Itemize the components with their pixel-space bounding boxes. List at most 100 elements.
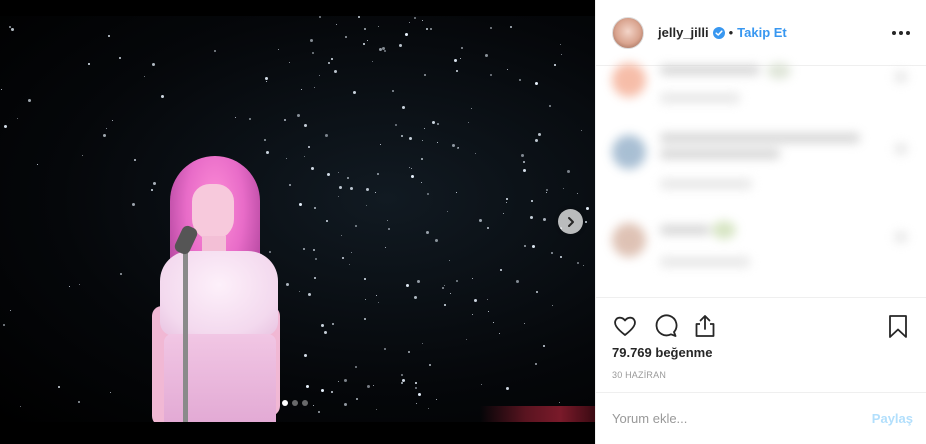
list-item — [612, 127, 912, 189]
post-media — [0, 0, 595, 444]
star-light — [456, 70, 459, 73]
star-light — [234, 117, 236, 119]
star-light — [431, 121, 435, 125]
star-light — [523, 161, 526, 164]
star-light — [425, 230, 429, 234]
star-light — [428, 363, 431, 366]
star-light — [471, 107, 473, 109]
star-light — [143, 76, 145, 78]
star-light — [327, 172, 331, 176]
star-light — [365, 204, 367, 206]
star-light — [586, 207, 590, 211]
star-light — [332, 323, 335, 326]
star-light — [485, 54, 489, 58]
slide-indicator — [282, 400, 308, 406]
star-light — [498, 333, 500, 335]
star-light — [450, 292, 452, 294]
star-light — [487, 226, 490, 229]
star-light — [313, 87, 315, 89]
star-light — [311, 167, 315, 171]
star-light — [447, 210, 449, 212]
star-light — [338, 186, 342, 190]
star-light — [490, 74, 493, 77]
star-light — [551, 304, 553, 306]
star-light — [583, 265, 584, 267]
star-light — [330, 390, 333, 393]
star-light — [424, 73, 427, 76]
star-light — [37, 164, 39, 166]
chevron-right-icon — [567, 216, 574, 227]
star-light — [3, 324, 5, 327]
star-light — [318, 16, 321, 19]
post-photo[interactable] — [0, 16, 595, 422]
star-light — [549, 105, 552, 108]
star-light — [405, 284, 409, 288]
follow-button[interactable]: Takip Et — [737, 25, 787, 40]
star-light — [372, 385, 374, 387]
star-light — [523, 245, 526, 248]
star-light — [111, 119, 113, 121]
bookmark-icon — [889, 315, 907, 338]
star-light — [324, 133, 328, 137]
star-light — [427, 407, 429, 409]
microphone-stand — [183, 231, 188, 422]
comment-input[interactable] — [612, 411, 872, 426]
star-light — [480, 383, 482, 385]
star-light — [379, 144, 381, 146]
star-light — [11, 28, 15, 32]
star-light — [455, 192, 457, 194]
star-light — [543, 218, 547, 222]
star-light — [367, 40, 369, 42]
more-options-icon[interactable] — [888, 27, 914, 39]
star-light — [506, 386, 510, 390]
star-light — [560, 54, 562, 56]
star-light — [400, 373, 403, 376]
share-button[interactable] — [692, 313, 718, 339]
star-light — [264, 138, 267, 141]
star-light — [486, 298, 488, 300]
list-item — [612, 55, 912, 115]
star-light — [520, 154, 524, 158]
post-comment-button[interactable]: Paylaş — [872, 411, 913, 426]
star-light — [310, 38, 314, 42]
star-light — [265, 77, 269, 81]
star-light — [472, 313, 474, 315]
star-light — [108, 34, 111, 37]
star-light — [348, 263, 350, 265]
star-light — [567, 169, 571, 173]
star-light — [474, 152, 476, 154]
star-light — [576, 261, 579, 264]
next-slide-button[interactable] — [558, 209, 583, 234]
star-light — [436, 141, 438, 143]
star-light — [399, 43, 403, 47]
star-light — [426, 27, 429, 30]
star-light — [343, 403, 347, 407]
star-light — [490, 27, 493, 30]
star-light — [118, 57, 121, 60]
star-light — [19, 405, 21, 407]
star-light — [530, 215, 534, 219]
star-light — [277, 48, 279, 50]
comment-button[interactable] — [652, 313, 678, 339]
likes-count[interactable]: 79.769 beğenme — [612, 345, 712, 360]
star-light — [581, 130, 583, 132]
comments-list-blurred — [596, 55, 926, 295]
star-light — [1, 88, 3, 90]
star-light — [407, 351, 410, 354]
post-date[interactable]: 30 HAZİRAN — [612, 370, 666, 380]
avatar[interactable] — [612, 16, 644, 49]
star-light — [110, 391, 112, 393]
star-light — [413, 295, 417, 299]
like-button[interactable] — [612, 313, 638, 339]
star-light — [401, 105, 405, 109]
star-light — [362, 42, 365, 45]
save-button[interactable] — [885, 313, 911, 339]
star-light — [409, 137, 413, 141]
star-light — [303, 123, 307, 127]
star-light — [82, 155, 84, 157]
comment-form: Paylaş — [596, 392, 926, 444]
username-link[interactable]: jelly_jilli — [658, 25, 709, 40]
star-light — [327, 62, 330, 65]
star-light — [249, 117, 252, 120]
heart-icon — [614, 316, 636, 336]
